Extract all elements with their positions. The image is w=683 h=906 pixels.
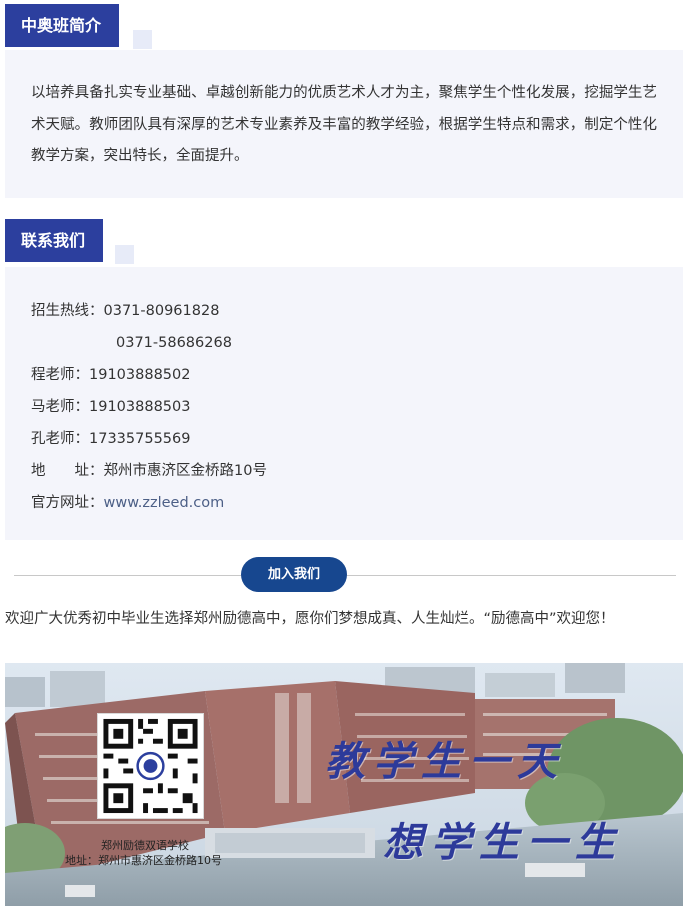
teacher-kong-row: 孔老师：17335755569 xyxy=(31,423,683,455)
contact-panel: 招生热线：0371-80961828 0371-58686268 程老师：191… xyxy=(5,267,683,540)
hotline-number-2[interactable]: 0371-58686268 xyxy=(116,335,232,351)
slogan-line-2: 想学生一生 xyxy=(383,819,623,866)
address-value: 郑州市惠济区金桥路10号 xyxy=(103,463,267,479)
address-label: 地 址： xyxy=(31,463,104,479)
intro-title-accent xyxy=(133,30,152,49)
teacher-cheng-label: 程老师： xyxy=(31,367,89,383)
teacher-ma-label: 马老师： xyxy=(31,399,89,415)
qr-code xyxy=(97,713,204,819)
hotline-row-2: 0371-58686268 xyxy=(31,327,683,359)
school-address: 地址：郑州市惠济区金桥路10号 xyxy=(65,854,222,867)
welcome-text: 欢迎广大优秀初中毕业生选择郑州励德高中，愿你们梦想成真、人生灿烂。“励德高中”欢… xyxy=(5,611,615,627)
hotline-row: 招生热线：0371-80961828 xyxy=(31,295,683,327)
intro-panel: 以培养具备扎实专业基础、卓越创新能力的优质艺术人才为主，聚焦学生个性化发展，挖掘… xyxy=(5,50,683,198)
teacher-cheng-phone[interactable]: 19103888502 xyxy=(89,367,190,383)
hotline-number-1[interactable]: 0371-80961828 xyxy=(104,303,220,319)
hotline-label: 招生热线： xyxy=(31,303,104,319)
contact-title-accent xyxy=(115,245,134,264)
teacher-kong-phone[interactable]: 17335755569 xyxy=(89,431,190,447)
teacher-cheng-row: 程老师：19103888502 xyxy=(31,359,683,391)
slogan-line-1: 教学生一天 xyxy=(325,738,565,785)
join-us-button[interactable]: 加入我们 xyxy=(241,557,347,592)
campus-banner: 教学生一天 想学生一生 郑州励德双语学校 地址：郑州市惠济区金桥路10号 xyxy=(5,663,683,906)
qr-code-icon xyxy=(98,714,203,818)
school-name: 郑州励德双语学校 xyxy=(101,839,189,852)
teacher-ma-phone[interactable]: 19103888503 xyxy=(89,399,190,415)
website-link[interactable]: www.zzleed.com xyxy=(104,495,225,511)
teacher-kong-label: 孔老师： xyxy=(31,431,89,447)
website-label: 官方网址： xyxy=(31,495,104,511)
intro-section-title: 中奥班简介 xyxy=(5,4,120,47)
intro-body: 以培养具备扎实专业基础、卓越创新能力的优质艺术人才为主，聚焦学生个性化发展，挖掘… xyxy=(31,85,657,164)
address-row: 地 址：郑州市惠济区金桥路10号 xyxy=(31,455,683,487)
teacher-ma-row: 马老师：19103888503 xyxy=(31,391,683,423)
website-row: 官方网址：www.zzleed.com xyxy=(31,487,683,519)
contact-section-title: 联系我们 xyxy=(5,219,104,262)
